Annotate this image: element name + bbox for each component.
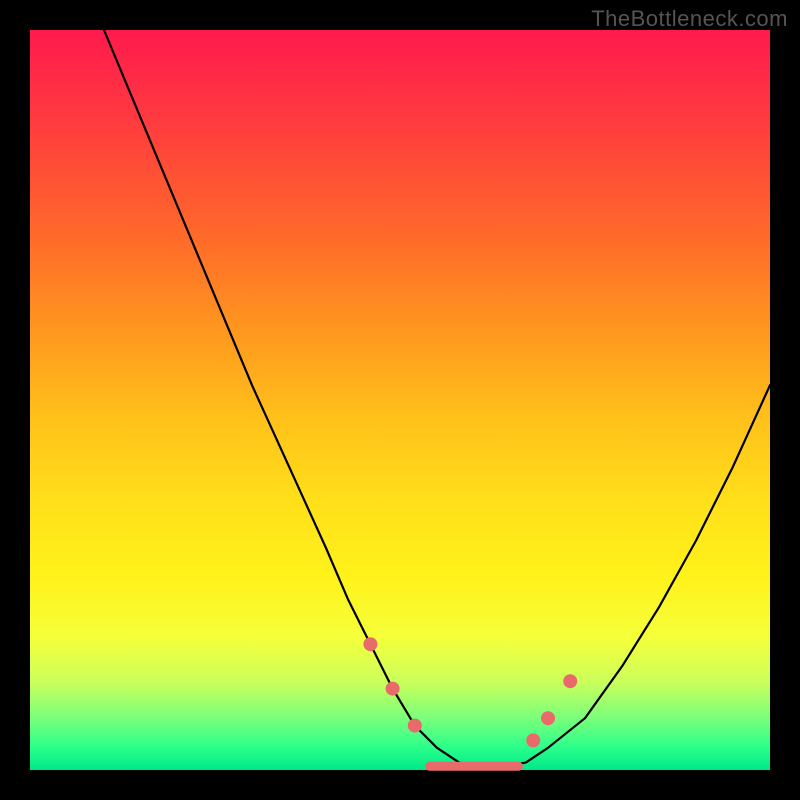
series-marker (526, 733, 540, 747)
series-marker (541, 711, 555, 725)
curve-group (104, 30, 770, 766)
chart-frame: TheBottleneck.com (0, 0, 800, 800)
markers-group (363, 637, 577, 766)
bottleneck-curve (104, 30, 770, 766)
series-marker (408, 719, 422, 733)
plot-area (30, 30, 770, 770)
series-marker (363, 637, 377, 651)
series-marker (563, 674, 577, 688)
watermark-text: TheBottleneck.com (591, 6, 788, 32)
series-marker (386, 682, 400, 696)
curve-layer (30, 30, 770, 770)
